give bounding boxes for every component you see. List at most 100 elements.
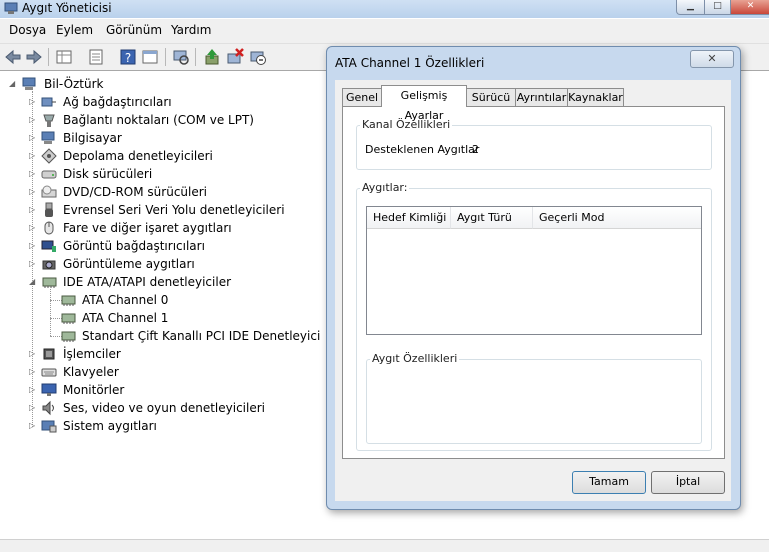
- devices-list[interactable]: Hedef Kimliği Aygıt Türü Geçerli Mod: [366, 206, 702, 335]
- tree-item[interactable]: ▷ Ses, video ve oyun denetleyicileri: [0, 399, 300, 417]
- tree-item[interactable]: ▷ Bağlantı noktaları (COM ve LPT): [0, 111, 300, 129]
- tree-item-label: Sistem aygıtları: [63, 419, 157, 433]
- tree-item[interactable]: ▷ Görüntüleme aygıtları: [0, 255, 300, 273]
- expand-arrow-icon[interactable]: ▷: [29, 349, 37, 358]
- sound-icon: [42, 400, 54, 416]
- tree-item[interactable]: ▷ Monitörler: [0, 381, 300, 399]
- close-window-button[interactable]: ✕: [730, 0, 769, 15]
- disable-device-icon[interactable]: [249, 48, 267, 66]
- minimize-button[interactable]: ▁: [676, 0, 705, 15]
- collapse-arrow-icon[interactable]: ◢: [29, 277, 37, 286]
- tree-item-label: IDE ATA/ATAPI denetleyiciler: [63, 275, 232, 289]
- tree-item[interactable]: ▷ DVD/CD-ROM sürücüleri: [0, 183, 300, 201]
- uninstall-device-icon[interactable]: [226, 48, 244, 66]
- tab-kaynaklar[interactable]: Kaynaklar: [567, 88, 624, 106]
- expand-arrow-icon[interactable]: ▷: [29, 421, 37, 430]
- menu-dosya[interactable]: Dosya: [9, 23, 46, 37]
- status-bar: [0, 539, 769, 552]
- ide-channel-icon: [61, 313, 76, 324]
- system-device-icon: [41, 420, 57, 433]
- tree-child-label: Standart Çift Kanallı PCI IDE Denetleyic…: [82, 329, 321, 343]
- expand-arrow-icon[interactable]: ▷: [29, 241, 37, 250]
- ide-controller-icon: [42, 277, 57, 288]
- expand-arrow-icon[interactable]: ▷: [29, 187, 37, 196]
- expand-arrow-icon[interactable]: ▷: [29, 259, 37, 268]
- ide-channel-icon: [61, 331, 76, 342]
- expand-arrow-icon[interactable]: ▷: [29, 133, 37, 142]
- tree-item[interactable]: ▷ Görüntü bağdaştırıcıları: [0, 237, 300, 255]
- dialog-close-button[interactable]: ✕: [690, 50, 734, 68]
- expand-arrow-icon[interactable]: ▷: [29, 403, 37, 412]
- expand-arrow-icon[interactable]: ▷: [29, 367, 37, 376]
- mouse-icon: [44, 221, 54, 235]
- tree-item-label: Bağlantı noktaları (COM ve LPT): [63, 113, 254, 127]
- column-gecerli-mod[interactable]: Geçerli Mod: [533, 207, 701, 229]
- title-bar: Aygıt Yöneticisi ▁ □ ✕: [0, 0, 769, 18]
- menu-bar: Dosya Eylem Görünüm Yardım: [0, 19, 769, 44]
- expand-arrow-icon[interactable]: ▷: [29, 97, 37, 106]
- update-driver-icon[interactable]: [203, 48, 221, 66]
- menu-yardim[interactable]: Yardım: [171, 23, 211, 37]
- dialog-body: Genel Gelişmiş Ayarlar Sürücü Ayrıntılar…: [335, 80, 731, 501]
- monitor-icon: [41, 383, 57, 396]
- tree-item-label: Depolama denetleyicileri: [63, 149, 213, 163]
- column-aygit-turu[interactable]: Aygıt Türü: [451, 207, 533, 229]
- tab-genel[interactable]: Genel: [342, 88, 382, 106]
- window-title: Aygıt Yöneticisi: [22, 1, 112, 15]
- tree-item[interactable]: ▷ Ağ bağdaştırıcıları: [0, 93, 300, 111]
- tab-ayrintilar[interactable]: Ayrıntılar: [515, 88, 568, 106]
- properties-grid-icon[interactable]: [55, 48, 73, 66]
- forward-arrow-icon[interactable]: [25, 48, 43, 66]
- cancel-button[interactable]: İptal: [651, 471, 725, 494]
- expand-arrow-icon[interactable]: ▷: [29, 115, 37, 124]
- tree-child-label: ATA Channel 1: [82, 311, 169, 325]
- collapse-arrow-icon[interactable]: ◢: [9, 79, 17, 88]
- expand-arrow-icon[interactable]: ▷: [29, 169, 37, 178]
- tree-item-label: Ağ bağdaştırıcıları: [63, 95, 172, 109]
- maximize-button[interactable]: □: [704, 0, 731, 15]
- tree-item-label: Ses, video ve oyun denetleyicileri: [63, 401, 266, 415]
- tree-item[interactable]: ▷ İşlemciler: [0, 345, 300, 363]
- tree-item[interactable]: ▷ Disk sürücüleri: [0, 165, 300, 183]
- supported-devices-value: 2: [472, 143, 479, 156]
- advanced-settings-panel: Kanal Özellikleri Desteklenen Aygıtlar 2…: [342, 106, 725, 459]
- tree-item[interactable]: ▷ Fare ve diğer işaret aygıtları: [0, 219, 300, 237]
- tree-item-label: Fare ve diğer işaret aygıtları: [63, 221, 232, 235]
- tree-item[interactable]: ▷ Evrensel Seri Veri Yolu denetleyicileri: [0, 201, 300, 219]
- tree-item-label: Klavyeler: [63, 365, 119, 379]
- back-arrow-icon[interactable]: [4, 48, 22, 66]
- column-hedef-kimligi[interactable]: Hedef Kimliği: [367, 207, 451, 229]
- menu-gorunum[interactable]: Görünüm: [106, 23, 162, 37]
- expand-arrow-icon[interactable]: ▷: [29, 205, 37, 214]
- tree-item[interactable]: ▷ Bilgisayar: [0, 129, 300, 147]
- devices-group-label: Aygıtlar:: [360, 181, 410, 194]
- tab-surucu[interactable]: Sürücü: [466, 88, 516, 106]
- tab-gelismis-ayarlar[interactable]: Gelişmiş Ayarlar: [381, 85, 467, 122]
- panel-icon[interactable]: [141, 48, 159, 66]
- tree-item-label: Monitörler: [63, 383, 125, 397]
- scan-hardware-icon[interactable]: [172, 48, 190, 66]
- list-view-icon[interactable]: [87, 48, 105, 66]
- computer-icon: [41, 131, 55, 144]
- ide-channel-icon: [61, 295, 76, 306]
- camera-icon: [42, 260, 56, 270]
- storage-controller-icon: [41, 148, 57, 164]
- menu-eylem[interactable]: Eylem: [56, 23, 93, 37]
- dvd-drive-icon: [41, 185, 57, 198]
- help-icon[interactable]: ?: [119, 48, 137, 66]
- tree-item[interactable]: ◢ IDE ATA/ATAPI denetleyiciler: [0, 273, 300, 291]
- expand-arrow-icon[interactable]: ▷: [29, 385, 37, 394]
- tree-root[interactable]: ◢ Bil-Öztürk: [0, 75, 200, 93]
- tree-item[interactable]: ▷ Klavyeler: [0, 363, 300, 381]
- device-properties-label: Aygıt Özellikleri: [370, 352, 460, 365]
- tree-child-item[interactable]: Standart Çift Kanallı PCI IDE Denetleyic…: [0, 327, 320, 345]
- tree-child-item[interactable]: ATA Channel 1: [0, 309, 300, 327]
- disk-drive-icon: [41, 170, 57, 179]
- expand-arrow-icon[interactable]: ▷: [29, 151, 37, 160]
- tree-item[interactable]: ▷ Depolama denetleyicileri: [0, 147, 300, 165]
- expand-arrow-icon[interactable]: ▷: [29, 223, 37, 232]
- ok-button[interactable]: Tamam: [572, 471, 646, 494]
- tree-child-item[interactable]: ATA Channel 0: [0, 291, 300, 309]
- tree-item-label: Bilgisayar: [63, 131, 122, 145]
- tree-item[interactable]: ▷ Sistem aygıtları: [0, 417, 300, 435]
